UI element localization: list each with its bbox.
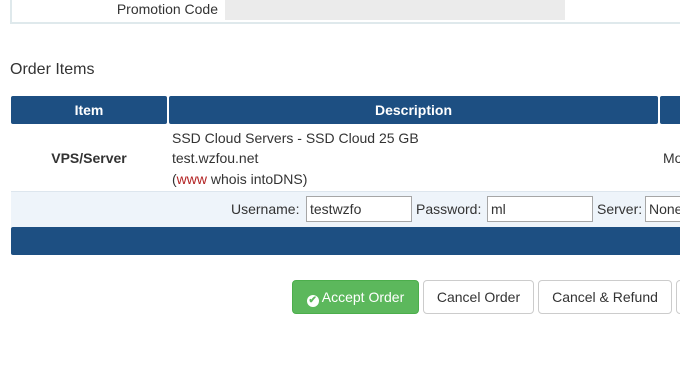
server-select[interactable]: None: [645, 196, 680, 222]
password-input[interactable]: ml: [487, 196, 593, 222]
accept-order-label: Accept Order: [321, 289, 405, 305]
username-input[interactable]: testwzfo: [306, 196, 412, 222]
password-label: Password:: [416, 201, 482, 217]
domain-name: test.wzfou.net: [172, 150, 259, 166]
www-link[interactable]: www: [177, 171, 207, 187]
username-label: Username:: [231, 201, 300, 217]
paren-close: ): [302, 171, 308, 187]
item-type-cell: VPS/Server: [51, 150, 127, 166]
more-actions-button[interactable]: [676, 280, 680, 314]
promotion-fieldset: Promotion Code: [10, 0, 680, 24]
domain-links: (www whois intoDNS): [172, 171, 307, 187]
promotion-code-label: Promotion Code: [116, 1, 218, 17]
promotion-code-input[interactable]: [225, 0, 565, 20]
product-name: SSD Cloud Servers - SSD Cloud 25 GB: [172, 130, 419, 146]
cancel-refund-button[interactable]: Cancel & Refund: [538, 280, 672, 314]
server-label: Server:: [597, 201, 643, 217]
table-footer-bar: [11, 227, 680, 255]
cancel-order-button[interactable]: Cancel Order: [423, 280, 534, 314]
intodns-link[interactable]: intoDNS: [251, 171, 303, 187]
order-items-title: Order Items: [10, 61, 95, 78]
accept-order-button[interactable]: ✔ Accept Order: [292, 280, 419, 314]
whois-link[interactable]: whois: [211, 171, 247, 187]
check-circle-icon: ✔: [306, 295, 319, 307]
column-header-item: Item: [11, 96, 167, 124]
billing-cycle-cell: Mo: [663, 150, 680, 166]
column-header-description: Description: [169, 96, 658, 124]
column-header-extra: [660, 96, 680, 124]
